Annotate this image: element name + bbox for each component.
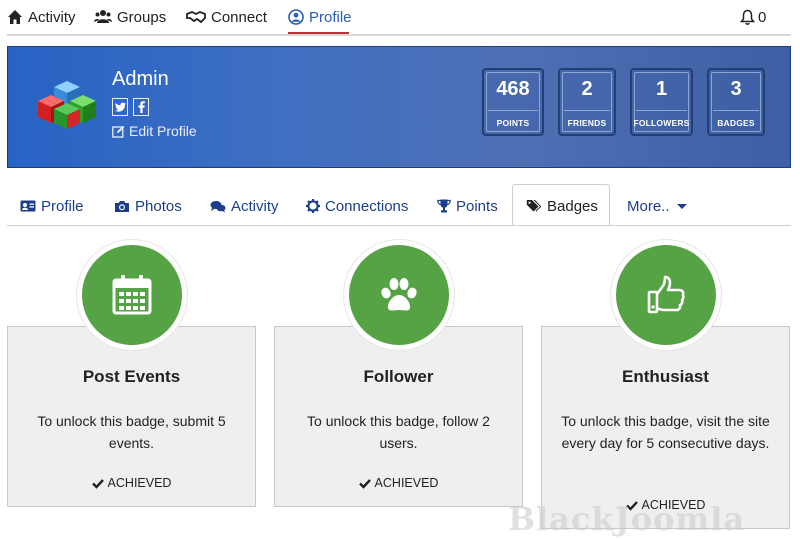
paw-icon (381, 278, 417, 311)
stat-value: 1 (655, 78, 668, 100)
tab-connections[interactable]: Connections (306, 196, 408, 216)
tab-activity[interactable]: Activity (210, 196, 279, 216)
profile-name: Admin (112, 68, 169, 90)
stat-divider (488, 110, 538, 111)
check-icon (91, 478, 104, 489)
badge-emblem-enthusiast (616, 245, 716, 345)
nav-item-label: Groups (117, 8, 167, 26)
comments-icon (210, 200, 226, 212)
social-links (112, 98, 149, 116)
edit-profile-link[interactable]: Edit Profile (112, 123, 197, 139)
nav-divider (7, 34, 791, 36)
watermark: BlackJoomla (508, 500, 746, 538)
nav-item-label: Profile (309, 8, 352, 26)
nav-item-connect[interactable]: Connect (186, 6, 267, 28)
badge-status: ACHIEVED (8, 476, 255, 490)
top-navigation: Activity Groups Connect Profile 0 (0, 0, 800, 36)
tab-points[interactable]: Points (437, 196, 498, 216)
stat-label: FOLLOWERS (633, 118, 690, 128)
stat-points[interactable]: 468 POINTS (482, 68, 544, 136)
badge-card-follower: Follower To unlock this badge, follow 2 … (274, 326, 523, 507)
badge-description: To unlock this badge, visit the site eve… (561, 413, 770, 451)
nav-item-profile[interactable]: Profile (288, 6, 352, 28)
tab-profile[interactable]: Profile (20, 196, 84, 216)
tab-label: Photos (135, 197, 182, 215)
tags-icon (526, 200, 542, 212)
badge-emblem-follower (349, 245, 449, 345)
user-circle-icon (288, 9, 304, 25)
badge-card-post-events: Post Events To unlock this badge, submit… (7, 326, 256, 507)
profile-header: Admin Edit Profile 468 POINTS 2 FRIENDS … (7, 46, 791, 168)
nav-item-activity[interactable]: Activity (7, 6, 76, 28)
badge-description: To unlock this badge, submit 5 events. (37, 413, 226, 451)
caret-down-icon (676, 203, 687, 209)
trophy-icon (437, 199, 451, 213)
notifications-button[interactable]: 0 (740, 6, 766, 28)
tabs-divider (7, 225, 791, 226)
badge-status-label: ACHIEVED (107, 476, 172, 490)
badge-title: Enthusiast (622, 367, 709, 386)
stat-label: FRIENDS (567, 118, 607, 128)
badge-status: ACHIEVED (275, 476, 522, 490)
stat-value: 3 (730, 78, 742, 100)
stat-value: 2 (581, 78, 593, 100)
facebook-link[interactable] (133, 98, 149, 116)
nav-item-groups[interactable]: Groups (94, 6, 166, 28)
stat-followers[interactable]: 1 FOLLOWERS (630, 68, 693, 136)
facebook-icon (137, 101, 145, 113)
calendar-icon (112, 275, 152, 315)
stat-divider (713, 110, 759, 111)
nav-item-label: Connect (211, 8, 267, 26)
tab-more[interactable]: More.. (627, 196, 687, 216)
tab-label: Badges (547, 197, 598, 215)
badge-title: Follower (363, 367, 434, 386)
badge-title: Post Events (82, 367, 181, 386)
twitter-link[interactable] (112, 98, 128, 116)
home-icon (8, 10, 22, 24)
thumbs-up-icon (647, 275, 685, 314)
avatar (38, 81, 96, 129)
tab-label: Profile (41, 197, 84, 215)
id-card-icon (20, 200, 36, 212)
stat-divider (564, 110, 610, 111)
tab-badges[interactable]: Badges (526, 196, 598, 216)
users-icon (94, 10, 112, 23)
check-icon (358, 478, 371, 489)
camera-icon (115, 200, 129, 212)
badge-status-label: ACHIEVED (374, 476, 439, 490)
badge-description: To unlock this badge, follow 2 users. (307, 413, 490, 451)
notifications-count: 0 (758, 8, 767, 26)
stat-divider (636, 110, 687, 111)
tab-label: More.. (627, 197, 670, 215)
tab-label: Activity (231, 197, 279, 215)
badge-card-enthusiast: Enthusiast To unlock this badge, visit t… (541, 326, 790, 529)
nav-item-label: Activity (28, 8, 76, 26)
twitter-icon (114, 102, 126, 112)
tab-photos[interactable]: Photos (114, 196, 182, 216)
edit-icon (112, 125, 125, 138)
badge-emblem-post-events (82, 245, 182, 345)
edit-profile-label: Edit Profile (129, 123, 197, 139)
tab-label: Connections (325, 197, 409, 215)
gear-icon (306, 199, 320, 213)
stat-badges[interactable]: 3 BADGES (707, 68, 765, 136)
tab-label: Points (456, 197, 498, 215)
bell-icon (740, 9, 755, 25)
stat-friends[interactable]: 2 FRIENDS (558, 68, 616, 136)
stat-label: POINTS (496, 118, 530, 128)
handshake-icon (186, 11, 206, 24)
stat-value: 468 (496, 78, 530, 100)
stat-label: BADGES (717, 118, 755, 128)
